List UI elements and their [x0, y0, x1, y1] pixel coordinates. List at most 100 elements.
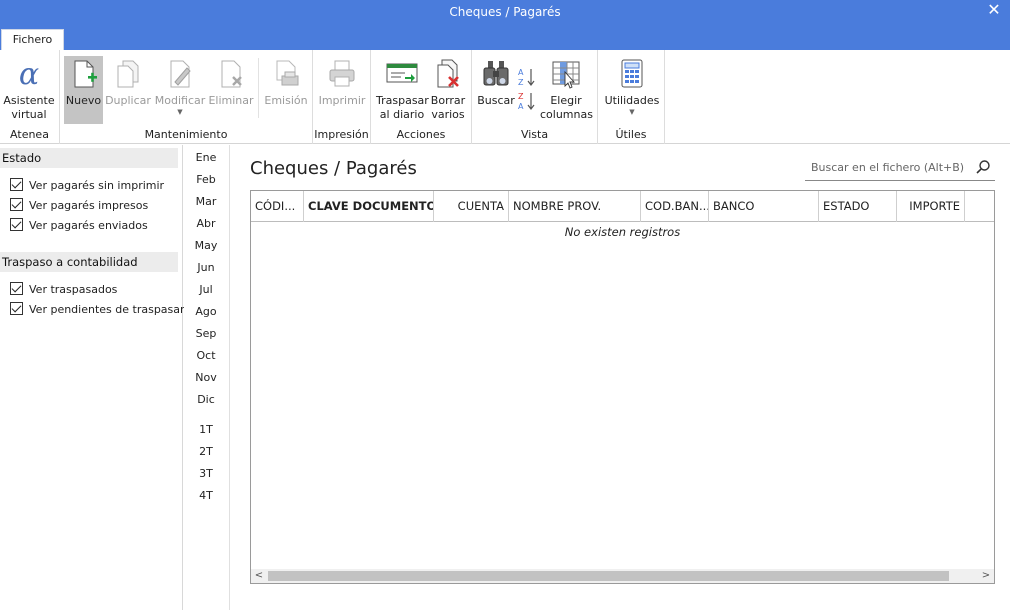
filter-label: Ver pagarés enviados: [29, 219, 148, 232]
group-label-atenea: Atenea: [10, 128, 49, 141]
eliminar-label: Eliminar: [208, 94, 254, 107]
quarter-1t[interactable]: 1T: [184, 422, 228, 438]
group-label-acciones: Acciones: [396, 128, 446, 141]
column-importe[interactable]: IMPORTE: [897, 191, 965, 222]
group-label-mantenimiento: Mantenimiento: [144, 128, 228, 141]
chevron-down-icon: ▼: [629, 108, 635, 116]
filter-enviados[interactable]: Ver pagarés enviados: [10, 218, 148, 234]
group-label-utiles: Útiles: [615, 128, 647, 141]
sort-az-icon: A Z: [518, 68, 535, 87]
scroll-right-icon[interactable]: >: [980, 569, 992, 583]
delete-document-icon: [221, 60, 242, 88]
checkbox-checked[interactable]: [10, 218, 23, 231]
column-estado[interactable]: ESTADO: [819, 191, 897, 222]
month-mar[interactable]: Mar: [184, 194, 228, 210]
tab-fichero[interactable]: Fichero: [1, 29, 64, 51]
column-clave-documento[interactable]: CLAVE DOCUMENTO: [304, 191, 434, 222]
borrar-varios-button[interactable]: Borrar varios: [429, 56, 467, 126]
filter-panel: Estado Ver pagarés sin imprimir Ver paga…: [0, 145, 185, 610]
column-t[interactable]: T: [965, 191, 994, 222]
eliminar-button[interactable]: Eliminar: [208, 56, 254, 126]
quarter-3t[interactable]: 3T: [184, 466, 228, 482]
month-nov[interactable]: Nov: [184, 370, 228, 386]
asistente-virtual-button[interactable]: α Asistente virtual: [2, 56, 56, 126]
modificar-button[interactable]: Modificar ▼: [153, 56, 207, 126]
section-estado: Estado: [0, 148, 178, 168]
group-label-vista: Vista: [520, 128, 549, 141]
month-dic[interactable]: Dic: [184, 392, 228, 408]
month-oct[interactable]: Oct: [184, 348, 228, 364]
search-placeholder: Buscar en el fichero (Alt+B): [811, 161, 965, 174]
emision-button[interactable]: Emisión: [262, 56, 310, 126]
month-sep[interactable]: Sep: [184, 326, 228, 342]
delete-multiple-icon: [437, 59, 459, 88]
borrar-label-1: Borrar: [430, 94, 466, 107]
month-jun[interactable]: Jun: [184, 260, 228, 276]
alpha-icon: α: [19, 58, 39, 90]
search-field[interactable]: Buscar en el fichero (Alt+B): [805, 155, 995, 181]
group-label-impresion: Impresión: [314, 128, 369, 141]
close-button[interactable]: ✕: [984, 1, 1004, 21]
ribbon-group-acciones: Traspasar al diario Borrar varios Accion…: [371, 50, 472, 144]
checkbox-checked[interactable]: [10, 302, 23, 315]
chevron-down-icon: ▼: [177, 108, 183, 116]
column-cuenta[interactable]: CUENTA: [434, 191, 509, 222]
ribbon-group-mantenimiento: Nuevo Duplicar Modificar ▼ Eliminar Emis…: [60, 50, 313, 144]
month-jul[interactable]: Jul: [184, 282, 228, 298]
filter-label: Ver pendientes de traspasar: [29, 303, 185, 316]
column-cod-banco[interactable]: COD.BAN...: [641, 191, 709, 222]
records-grid[interactable]: CÓDI... CLAVE DOCUMENTO CUENTA NOMBRE PR…: [250, 190, 995, 584]
svg-text:Z: Z: [518, 92, 524, 101]
filter-pendientes[interactable]: Ver pendientes de traspasar: [10, 302, 185, 318]
column-banco[interactable]: BANCO: [709, 191, 819, 222]
buscar-button[interactable]: Buscar: [476, 56, 516, 126]
duplicate-icon: [117, 60, 139, 88]
traspasar-label-1: Traspasar: [376, 94, 429, 107]
svg-text:Z: Z: [518, 78, 524, 87]
utilidades-button[interactable]: Utilidades ▼: [602, 56, 662, 126]
new-document-icon: [74, 60, 97, 88]
ribbon-group-impresion: Imprimir Impresión: [313, 50, 371, 144]
quarter-2t[interactable]: 2T: [184, 444, 228, 460]
svg-text:A: A: [518, 102, 524, 111]
quarter-4t[interactable]: 4T: [184, 488, 228, 504]
checkbox-checked[interactable]: [10, 178, 23, 191]
checkbox-checked[interactable]: [10, 282, 23, 295]
sort-descending-button[interactable]: Z A: [517, 90, 537, 112]
duplicar-button[interactable]: Duplicar: [105, 56, 151, 126]
month-ene[interactable]: Ene: [184, 150, 228, 166]
checkbox-checked[interactable]: [10, 198, 23, 211]
filter-label: Ver pagarés sin imprimir: [29, 179, 165, 192]
traspasar-label-2: al diario: [379, 108, 425, 121]
asistente-label-1: Asistente: [3, 94, 55, 107]
month-feb[interactable]: Feb: [184, 172, 228, 188]
traspasar-al-diario-button[interactable]: Traspasar al diario: [376, 56, 429, 126]
scroll-left-icon[interactable]: <: [253, 569, 265, 583]
sort-ascending-button[interactable]: A Z: [517, 66, 537, 88]
title-bar: Cheques / Pagarés ✕: [0, 0, 1010, 24]
horizontal-scrollbar[interactable]: < >: [251, 569, 994, 583]
nuevo-button[interactable]: Nuevo: [64, 56, 103, 124]
calculator-icon: [621, 59, 643, 88]
elegir-columnas-button[interactable]: Elegir columnas: [540, 56, 593, 126]
column-codigo[interactable]: CÓDI...: [251, 191, 304, 222]
filter-traspasados[interactable]: Ver traspasados: [10, 282, 117, 298]
filter-label: Ver traspasados: [29, 283, 118, 296]
month-abr[interactable]: Abr: [184, 216, 228, 232]
buscar-label: Buscar: [477, 94, 515, 107]
filter-impresos[interactable]: Ver pagarés impresos: [10, 198, 148, 214]
month-ago[interactable]: Ago: [184, 304, 228, 320]
imprimir-button[interactable]: Imprimir: [317, 56, 367, 126]
grid-header: CÓDI... CLAVE DOCUMENTO CUENTA NOMBRE PR…: [251, 191, 994, 222]
column-nombre-prov[interactable]: NOMBRE PROV.: [509, 191, 641, 222]
svg-text:A: A: [518, 68, 524, 77]
month-may[interactable]: May: [184, 238, 228, 254]
main-content: Cheques / Pagarés Buscar en el fichero (…: [231, 145, 1010, 610]
scrollbar-thumb[interactable]: [268, 571, 949, 581]
ribbon-group-atenea: α Asistente virtual Atenea: [0, 50, 60, 144]
asistente-label-2: virtual: [11, 108, 47, 121]
search-icon[interactable]: [975, 159, 991, 175]
filter-sin-imprimir[interactable]: Ver pagarés sin imprimir: [10, 178, 164, 194]
imprimir-label: Imprimir: [318, 94, 366, 107]
sort-za-icon: Z A: [518, 92, 535, 111]
